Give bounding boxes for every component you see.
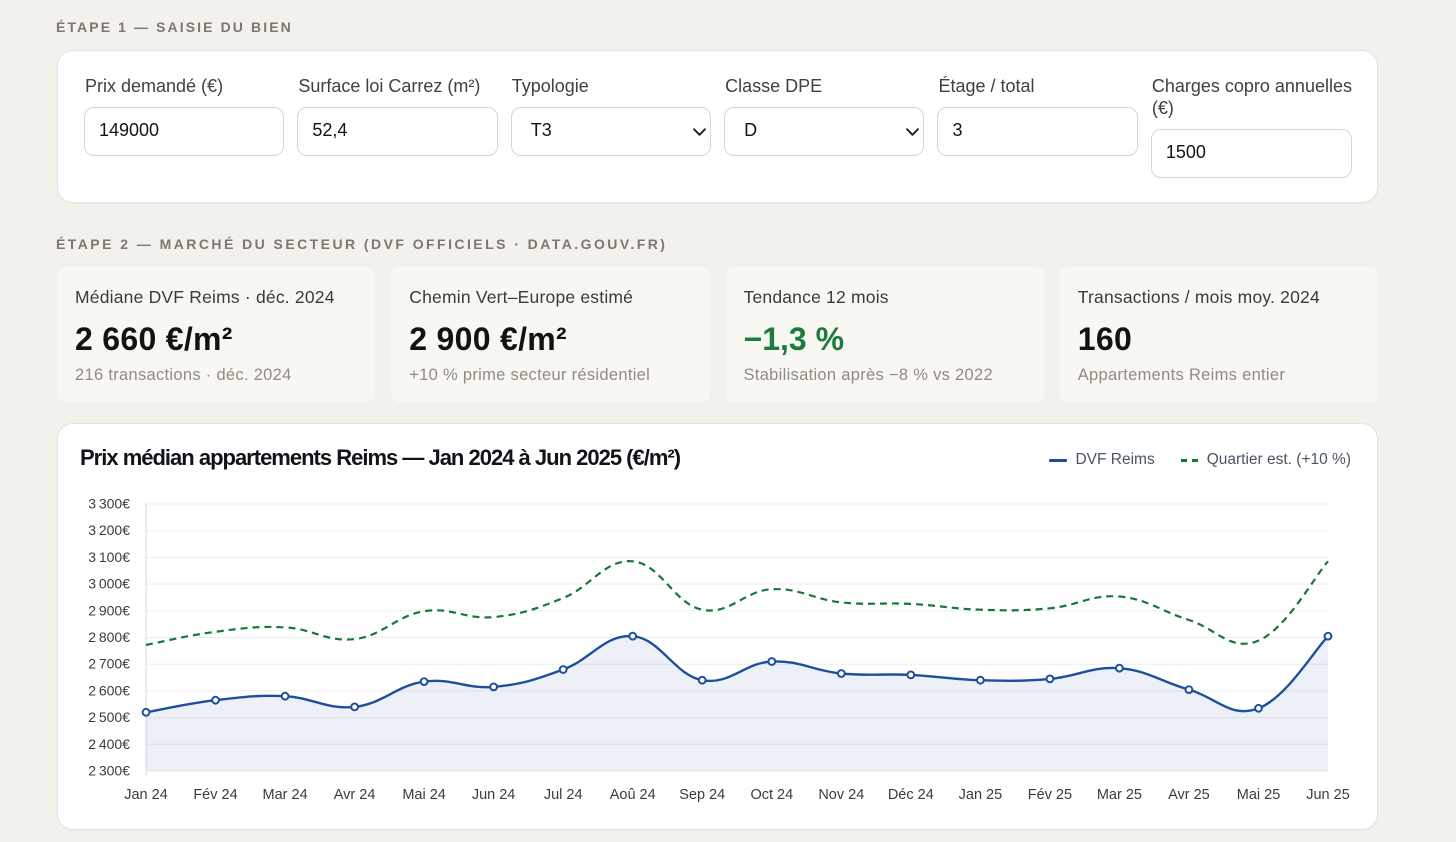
svg-text:Aoû 24: Aoû 24 (610, 787, 656, 803)
svg-text:Jun 25: Jun 25 (1306, 787, 1350, 803)
svg-text:Sep 24: Sep 24 (679, 787, 725, 803)
svg-text:Jul 24: Jul 24 (544, 787, 583, 803)
svg-text:Avr 24: Avr 24 (334, 787, 376, 803)
svg-text:3 300€: 3 300€ (88, 496, 130, 512)
svg-text:2 400€: 2 400€ (88, 736, 130, 752)
svg-text:Mai 25: Mai 25 (1237, 787, 1281, 803)
svg-text:Mar 24: Mar 24 (263, 787, 308, 803)
svg-text:2 900€: 2 900€ (88, 602, 130, 618)
svg-text:Déc 24: Déc 24 (888, 787, 934, 803)
svg-text:Avr 25: Avr 25 (1168, 787, 1210, 803)
svg-text:Jan 25: Jan 25 (959, 787, 1003, 803)
svg-text:2 600€: 2 600€ (88, 682, 130, 698)
svg-text:Jan 24: Jan 24 (124, 787, 168, 803)
svg-text:Fév 24: Fév 24 (193, 787, 237, 803)
svg-text:Mai 24: Mai 24 (402, 787, 446, 803)
svg-text:2 300€: 2 300€ (88, 763, 130, 779)
svg-text:2 700€: 2 700€ (88, 656, 130, 672)
svg-text:2 500€: 2 500€ (88, 709, 130, 725)
svg-text:Nov 24: Nov 24 (818, 787, 864, 803)
svg-text:3 100€: 3 100€ (88, 549, 130, 565)
svg-text:Mar 25: Mar 25 (1097, 787, 1142, 803)
svg-text:2 800€: 2 800€ (88, 629, 130, 645)
svg-text:3 200€: 3 200€ (88, 522, 130, 538)
svg-text:Oct 24: Oct 24 (750, 787, 793, 803)
svg-text:3 000€: 3 000€ (88, 576, 130, 592)
svg-text:Jun 24: Jun 24 (472, 787, 516, 803)
svg-text:Fév 25: Fév 25 (1028, 787, 1072, 803)
